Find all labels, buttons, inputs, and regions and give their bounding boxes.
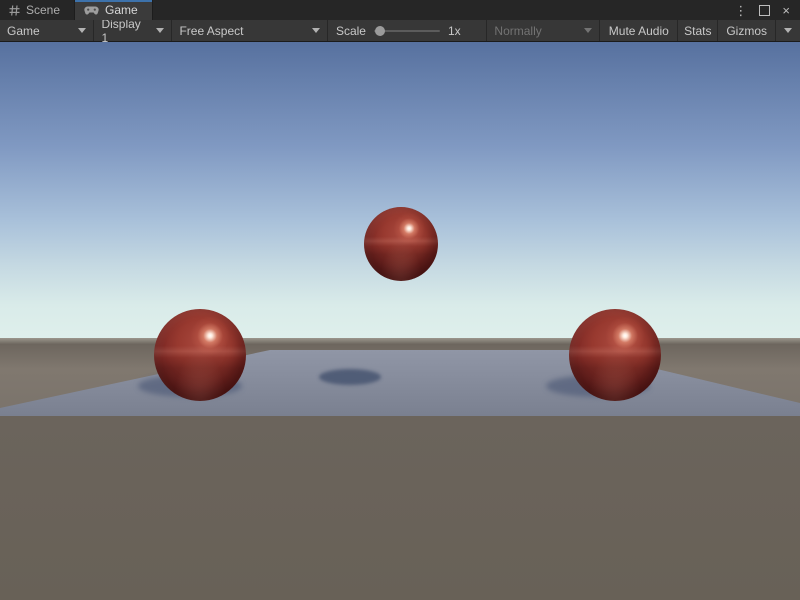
gizmos-dropdown[interactable]: Gizmos: [717, 20, 800, 41]
mute-audio-button[interactable]: Mute Audio: [599, 20, 677, 41]
sphere-right: [569, 309, 661, 401]
scale-slider-knob[interactable]: [375, 26, 385, 36]
enter-play-mode-dropdown[interactable]: Normally: [486, 20, 599, 41]
window-controls: ⋮ ×: [734, 0, 800, 20]
gizmos-label: Gizmos: [726, 24, 767, 38]
view-selector-dropdown[interactable]: Game: [0, 20, 93, 41]
grid-icon: [9, 5, 20, 16]
shadow-sphere-center: [319, 369, 381, 385]
aspect-ratio-dropdown[interactable]: Free Aspect: [171, 20, 327, 41]
chevron-down-icon: [584, 28, 592, 33]
display-label: Display 1: [101, 17, 150, 45]
tab-bar: Scene Game ⋮ ×: [0, 0, 800, 20]
aspect-ratio-label: Free Aspect: [179, 24, 243, 38]
gizmos-arrow-zone[interactable]: [775, 20, 800, 41]
sphere-center: [364, 207, 438, 281]
game-view-toolbar: Game Display 1 Free Aspect Scale 1x Norm…: [0, 20, 800, 42]
active-tab-accent-bar: [75, 0, 152, 2]
ground-plane: [0, 350, 800, 416]
stats-button[interactable]: Stats: [677, 20, 717, 41]
tab-scene-label: Scene: [26, 3, 60, 17]
tab-game-label: Game: [105, 3, 138, 17]
chevron-down-icon: [78, 28, 86, 33]
tab-scene[interactable]: Scene: [0, 0, 75, 20]
game-viewport[interactable]: [0, 42, 800, 600]
tab-game[interactable]: Game: [75, 0, 153, 20]
game-view-window: Scene Game ⋮ × Game Display 1: [0, 0, 800, 600]
sphere-left: [154, 309, 246, 401]
scale-slider[interactable]: [374, 26, 440, 36]
close-icon[interactable]: ×: [782, 4, 790, 17]
gamepad-icon: [84, 6, 99, 15]
stats-label: Stats: [684, 24, 711, 38]
chevron-down-icon: [312, 28, 320, 33]
ground-plane-and-shadows: [0, 42, 800, 600]
maximize-icon[interactable]: [759, 5, 770, 16]
chevron-down-icon: [784, 28, 792, 33]
chevron-down-icon: [156, 28, 164, 33]
view-selector-label: Game: [7, 24, 40, 38]
scale-value: 1x: [448, 24, 461, 38]
scale-label: Scale: [336, 24, 366, 38]
mute-audio-label: Mute Audio: [609, 24, 669, 38]
kebab-menu-icon[interactable]: ⋮: [734, 4, 747, 17]
display-dropdown[interactable]: Display 1: [93, 20, 171, 41]
scale-control: Scale 1x: [327, 20, 486, 41]
enter-play-mode-label: Normally: [494, 24, 541, 38]
